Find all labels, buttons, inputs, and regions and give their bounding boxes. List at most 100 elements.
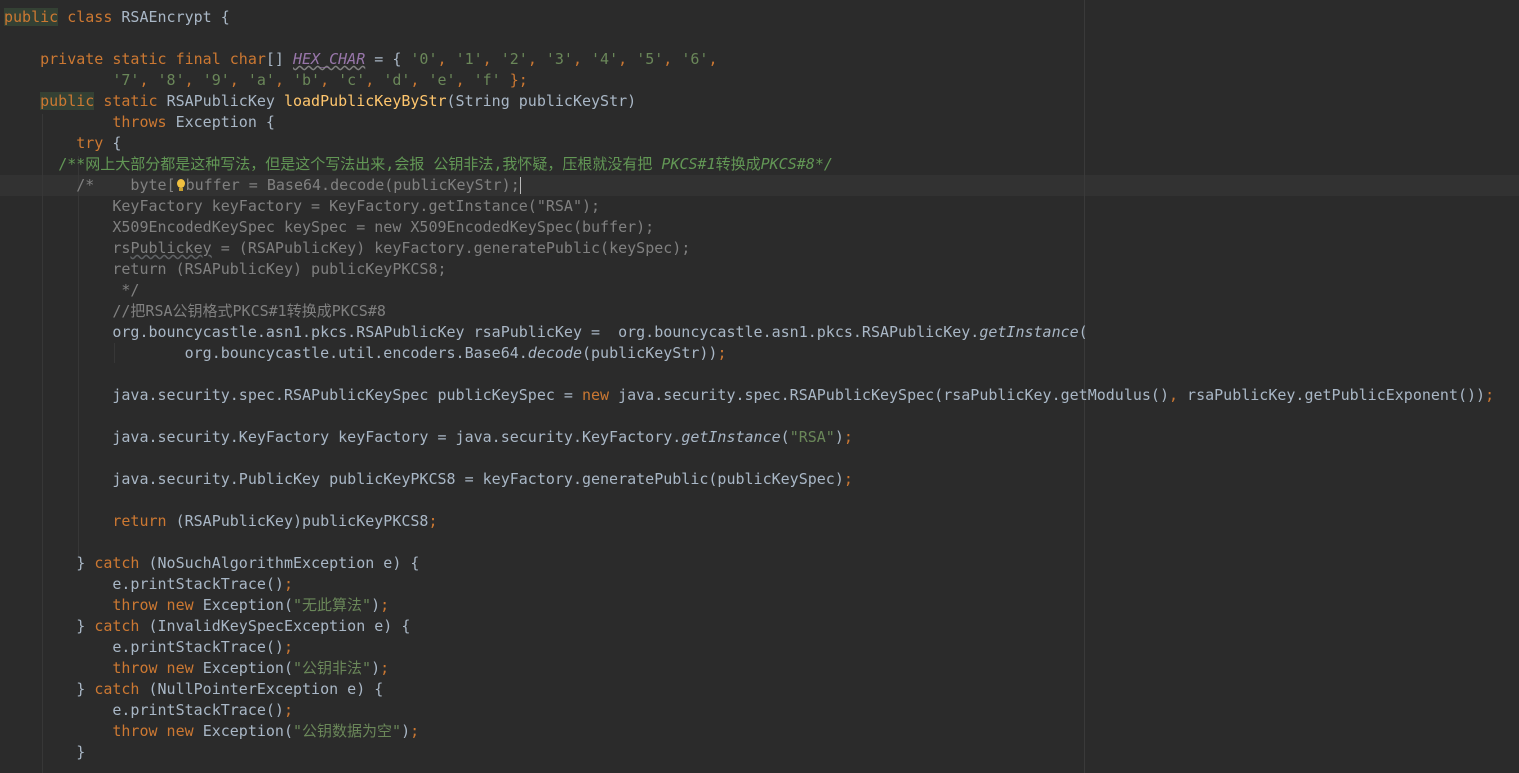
token: java.security.PublicKey publicKeyPKCS8 =…	[4, 470, 844, 488]
token: throws	[112, 113, 176, 131]
token: "公钥数据为空"	[293, 722, 402, 740]
token: ,	[320, 71, 339, 89]
token: throw new	[112, 596, 203, 614]
token: ;	[428, 512, 438, 530]
code-editor[interactable]: public class RSAEncrypt { private static…	[0, 0, 1519, 773]
token: rs	[4, 239, 131, 257]
token: '6'	[681, 50, 709, 68]
token: }	[4, 554, 95, 572]
lightbulb-icon[interactable]	[176, 178, 186, 193]
token: 'b'	[293, 71, 321, 89]
token: ;	[843, 470, 853, 488]
code-line-7: try {	[4, 133, 121, 154]
token: 'c'	[338, 71, 366, 89]
code-line-27: } catch (NoSuchAlgorithmException e) {	[4, 553, 419, 574]
token: e.printStackTrace()	[4, 638, 284, 656]
code-line-4: '7', '8', '9', 'a', 'b', 'c', 'd', 'e', …	[4, 70, 528, 91]
code-line-5: public static RSAPublicKey loadPublicKey…	[4, 91, 636, 112]
code-line-17: org.bouncycastle.util.encoders.Base64.de…	[4, 343, 727, 364]
token: e.printStackTrace()	[4, 701, 284, 719]
text-caret	[519, 177, 521, 194]
token: ,	[618, 50, 637, 68]
token: //把RSA公钥格式PKCS#1转换成PKCS#8	[4, 302, 386, 320]
token: 网上大部分都是这种写法，但是这个写法出来,会报 公钥非法,我怀疑，压根就没有把	[85, 155, 662, 173]
token: (RSAPublicKey)publicKeyPKCS8	[175, 512, 429, 530]
token: 转换成	[715, 155, 761, 173]
token: 'f'	[473, 71, 501, 89]
token: "RSA"	[789, 428, 835, 446]
token: */	[4, 281, 140, 299]
token: Exception(	[202, 659, 293, 677]
token: '8'	[157, 71, 185, 89]
token: KeyFactory keyFactory = KeyFactory.getIn…	[4, 197, 601, 215]
code-line-1: public class RSAEncrypt {	[4, 7, 230, 28]
code-line-34: e.printStackTrace();	[4, 700, 293, 721]
token: ;	[1485, 386, 1495, 404]
token: RSAEncrypt	[121, 8, 212, 26]
token: }	[4, 617, 95, 635]
token: buffer = Base64.decode(publicKeyStr);	[185, 176, 520, 194]
code-line-25: return (RSAPublicKey)publicKeyPKCS8;	[4, 511, 438, 532]
token: (	[1078, 323, 1088, 341]
token: ;	[283, 575, 293, 593]
token: ;	[380, 596, 390, 614]
token: throw new	[112, 722, 203, 740]
token: Exception {	[175, 113, 275, 131]
token: public	[4, 8, 59, 26]
code-line-29: throw new Exception("无此算法");	[4, 595, 389, 616]
code-line-35: throw new Exception("公钥数据为空");	[4, 721, 419, 742]
token: org.bouncycastle.util.encoders.Base64.	[4, 344, 528, 362]
token: }	[4, 680, 95, 698]
token: 'e'	[428, 71, 456, 89]
token: 'a'	[247, 71, 275, 89]
token: ;	[283, 701, 293, 719]
token: rsaPublicKey.getPublicExponent())	[1187, 386, 1486, 404]
token: PKCS#8	[760, 155, 815, 173]
token: '9'	[202, 71, 230, 89]
token: ,	[482, 50, 501, 68]
token: (	[780, 428, 790, 446]
code-line-8: /**网上大部分都是这种写法，但是这个写法出来,会报 公钥非法,我怀疑，压根就没…	[4, 154, 833, 175]
code-line-32: throw new Exception("公钥非法");	[4, 658, 389, 679]
token: }	[4, 743, 86, 761]
token: )	[401, 722, 411, 740]
token: };	[500, 71, 528, 89]
token: (publicKeyStr))	[581, 344, 718, 362]
token: (NullPointerException e) {	[148, 680, 384, 698]
token: org.bouncycastle.asn1.pkcs.RSAPublicKey …	[4, 323, 980, 341]
token: '3'	[545, 50, 573, 68]
token: throw new	[112, 659, 203, 677]
token: ;	[283, 638, 293, 656]
token: ,	[437, 50, 456, 68]
token: ,	[229, 71, 248, 89]
token: (NoSuchAlgorithmException e) {	[148, 554, 420, 572]
token: Exception(	[202, 596, 293, 614]
token: )	[371, 596, 381, 614]
code-line-9: /* byte[buffer = Base64.decode(publicKey…	[4, 175, 521, 196]
token: getInstance	[979, 323, 1079, 341]
token: ,	[410, 71, 429, 89]
code-line-11: X509EncodedKeySpec keySpec = new X509Enc…	[4, 217, 654, 238]
token: ;	[380, 659, 390, 677]
token: = {	[365, 50, 411, 68]
token: X509EncodedKeySpec keySpec = new X509Enc…	[4, 218, 655, 236]
token: ;	[717, 344, 727, 362]
token: /**	[58, 155, 86, 173]
token: private static final	[40, 50, 230, 68]
token: ,	[572, 50, 592, 68]
token: java.security.KeyFactory keyFactory = ja…	[4, 428, 682, 446]
token: '0'	[410, 50, 438, 68]
token: char	[229, 50, 266, 68]
token: getInstance	[681, 428, 781, 446]
code-line-16: org.bouncycastle.asn1.pkcs.RSAPublicKey …	[4, 322, 1088, 343]
token: class	[58, 8, 122, 26]
code-line-15: //把RSA公钥格式PKCS#1转换成PKCS#8	[4, 301, 386, 322]
